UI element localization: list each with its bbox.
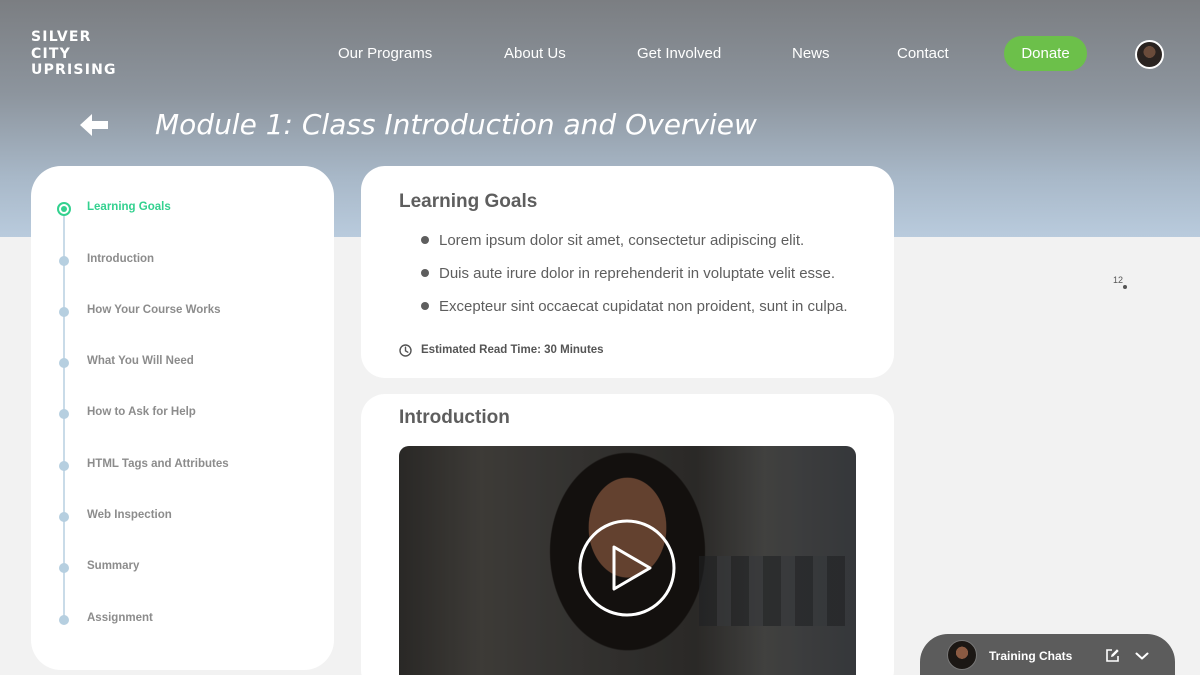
donate-button[interactable]: Donate	[1004, 36, 1087, 71]
nav-link-about-us[interactable]: About Us	[504, 45, 566, 62]
sidebar-item-how-to-ask-for-help[interactable]: How to Ask for Help	[31, 403, 334, 423]
step-dot	[59, 307, 69, 317]
goal-text: Excepteur sint occaecat cupidatat non pr…	[439, 298, 848, 315]
page-title: Module 1: Class Introduction and Overvie…	[155, 108, 757, 141]
step-active-dot	[57, 202, 71, 216]
list-item: Duis aute irure dolor in reprehenderit i…	[421, 265, 881, 287]
goal-text: Duis aute irure dolor in reprehenderit i…	[439, 265, 836, 282]
step-dot	[59, 512, 69, 522]
step-dot	[59, 563, 69, 573]
module-sidebar: Learning Goals Introduction How Your Cou…	[31, 166, 334, 670]
sidebar-item-label: How Your Course Works	[87, 304, 221, 316]
play-icon[interactable]	[577, 518, 677, 618]
chat-label: Training Chats	[989, 649, 1073, 663]
nav-link-contact[interactable]: Contact	[897, 45, 949, 62]
chat-avatar	[947, 640, 977, 670]
bullet-icon	[421, 302, 429, 310]
goal-text: Lorem ipsum dolor sit amet, consectetur …	[439, 232, 805, 249]
nav-link-our-programs[interactable]: Our Programs	[338, 45, 432, 62]
sidebar-item-learning-goals[interactable]: Learning Goals	[31, 198, 334, 218]
sidebar-item-label: What You Will Need	[87, 355, 194, 367]
sidebar-item-web-inspection[interactable]: Web Inspection	[31, 506, 334, 526]
step-dot	[59, 256, 69, 266]
user-avatar[interactable]	[1135, 40, 1164, 69]
sidebar-item-label: Introduction	[87, 253, 155, 265]
annotation-marker-label: 12	[1113, 275, 1124, 285]
nav-link-get-involved[interactable]: Get Involved	[637, 45, 721, 62]
sidebar-item-label: Web Inspection	[87, 509, 172, 521]
sidebar-item-label: Assignment	[87, 612, 153, 624]
step-dot	[59, 461, 69, 471]
bullet-icon	[421, 236, 429, 244]
bullet-icon	[421, 269, 429, 277]
sidebar-item-label: How to Ask for Help	[87, 406, 196, 418]
introduction-card: Introduction	[361, 394, 894, 675]
list-item: Lorem ipsum dolor sit amet, consectetur …	[421, 232, 881, 254]
learning-goals-card: Learning Goals Lorem ipsum dolor sit ame…	[361, 166, 894, 378]
step-dot	[59, 358, 69, 368]
step-dot	[59, 409, 69, 419]
sidebar-item-what-you-will-need[interactable]: What You Will Need	[31, 352, 334, 372]
nav-link-news[interactable]: News	[792, 45, 830, 62]
compose-icon[interactable]	[1105, 648, 1120, 663]
sidebar-item-assignment[interactable]: Assignment	[31, 609, 334, 629]
sidebar-item-how-your-course-works[interactable]: How Your Course Works	[31, 301, 334, 321]
step-dot	[59, 615, 69, 625]
list-item: Excepteur sint occaecat cupidatat non pr…	[421, 298, 881, 320]
clock-icon	[399, 344, 412, 357]
annotation-marker-dot	[1123, 285, 1127, 289]
introduction-title: Introduction	[399, 407, 510, 428]
sidebar-item-label: HTML Tags and Attributes	[87, 458, 229, 470]
sidebar-item-introduction[interactable]: Introduction	[31, 250, 334, 270]
video-player[interactable]	[399, 446, 856, 675]
sidebar-item-label: Learning Goals	[87, 201, 171, 213]
sidebar-item-html-tags-and-attributes[interactable]: HTML Tags and Attributes	[31, 455, 334, 475]
training-chats-bar[interactable]: Training Chats	[920, 634, 1175, 675]
learning-goals-title: Learning Goals	[399, 191, 538, 212]
read-time-text: Estimated Read Time: 30 Minutes	[421, 344, 604, 356]
back-arrow-icon[interactable]	[78, 112, 110, 138]
chevron-down-icon[interactable]	[1135, 651, 1149, 661]
sidebar-item-summary[interactable]: Summary	[31, 557, 334, 577]
sidebar-item-label: Summary	[87, 560, 140, 572]
main-nav: Our Programs About Us Get Involved News …	[0, 36, 1200, 72]
